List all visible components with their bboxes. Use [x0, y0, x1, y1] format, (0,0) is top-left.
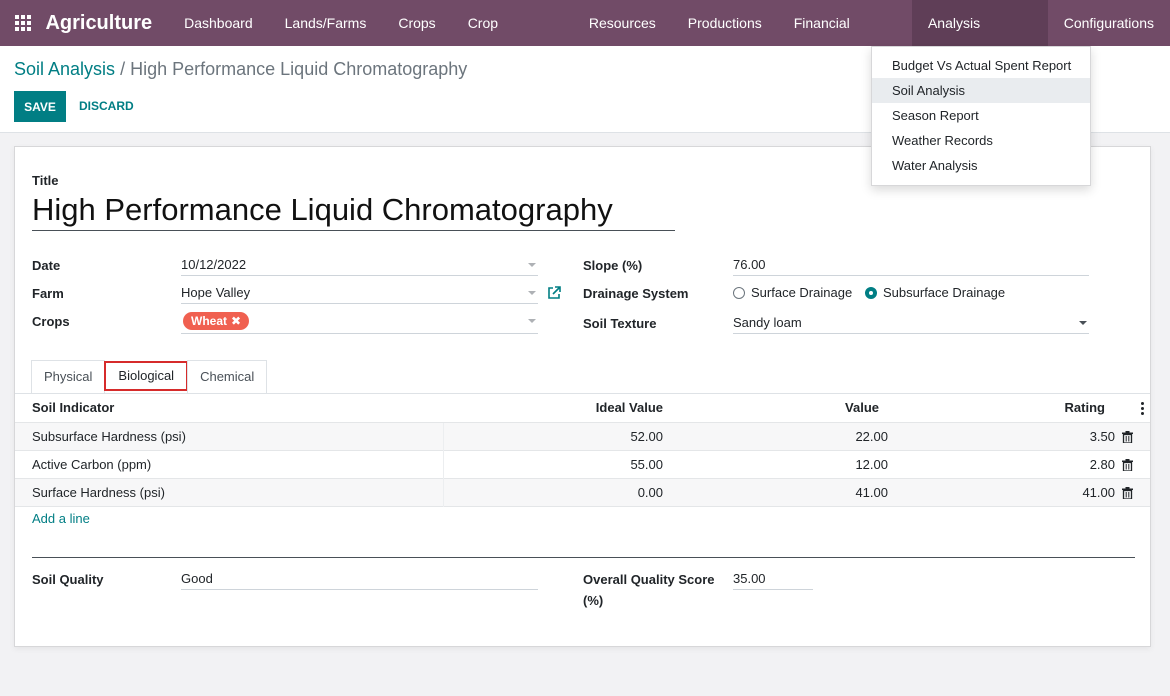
- radio-subsurface-drainage[interactable]: Subsurface Drainage: [865, 285, 1005, 300]
- cell-ideal-value[interactable]: 52.00: [535, 423, 663, 451]
- cell-rating[interactable]: 2.80: [995, 451, 1115, 479]
- slope-value: 76.00: [733, 257, 766, 272]
- top-navbar: Agriculture Dashboard Lands/Farms Crops …: [0, 0, 1170, 77]
- cell-ideal-value[interactable]: 0.00: [535, 479, 663, 507]
- column-divider: [443, 423, 444, 451]
- table-row[interactable]: Active Carbon (ppm) 55.00 12.00 2.80: [15, 451, 1150, 479]
- tab-physical[interactable]: Physical: [31, 360, 106, 393]
- menu-dashboard[interactable]: Dashboard: [168, 0, 269, 46]
- column-divider: [443, 479, 444, 507]
- header-value[interactable]: Value: [755, 394, 879, 422]
- menu-configurations[interactable]: Configurations: [1048, 0, 1170, 46]
- add-line-link[interactable]: Add a line: [32, 511, 90, 526]
- overall-score-label-line2: (%): [583, 593, 604, 608]
- radio-checked-icon: [865, 286, 877, 299]
- radio-surface-drainage-label: Surface Drainage: [751, 285, 853, 300]
- column-divider: [443, 451, 444, 479]
- cell-soil-indicator[interactable]: Subsurface Hardness (psi): [32, 423, 186, 451]
- cell-value[interactable]: 22.00: [755, 423, 888, 451]
- crops-field[interactable]: Wheat ✖: [181, 310, 538, 334]
- trash-icon[interactable]: [1122, 459, 1133, 471]
- cell-soil-indicator[interactable]: Active Carbon (ppm): [32, 451, 151, 479]
- breadcrumb-parent[interactable]: Soil Analysis: [14, 59, 115, 79]
- app-brand[interactable]: Agriculture: [45, 12, 152, 35]
- title-input[interactable]: High Performance Liquid Chromatography: [32, 191, 675, 231]
- soil-quality-value: Good: [181, 571, 213, 586]
- cell-value[interactable]: 12.00: [755, 451, 888, 479]
- dropdown-item-budget-report[interactable]: Budget Vs Actual Spent Report: [872, 53, 1090, 78]
- crop-tag-label: Wheat: [191, 314, 227, 328]
- radio-surface-drainage[interactable]: Surface Drainage: [733, 285, 852, 300]
- cell-value[interactable]: 41.00: [755, 479, 888, 507]
- menu-resources[interactable]: Resources: [573, 0, 672, 46]
- crop-tag: Wheat ✖: [183, 312, 250, 330]
- dropdown-item-soil-analysis[interactable]: Soil Analysis: [872, 78, 1090, 103]
- chevron-down-icon: [528, 291, 536, 295]
- cell-ideal-value[interactable]: 55.00: [535, 451, 663, 479]
- overall-score-label: Overall Quality Score (%): [583, 572, 715, 608]
- slope-input[interactable]: 76.00: [733, 254, 1089, 276]
- soil-quality-label: Soil Quality: [32, 572, 104, 587]
- menu-financial-history[interactable]: Financial History: [778, 0, 912, 77]
- header-rating[interactable]: Rating: [995, 394, 1105, 422]
- overall-score-label-line1: Overall Quality Score: [583, 572, 715, 587]
- date-field[interactable]: 10/12/2022: [181, 254, 538, 276]
- farm-field[interactable]: Hope Valley: [181, 282, 538, 304]
- section-divider: [32, 557, 1135, 558]
- menu-productions[interactable]: Productions: [672, 0, 778, 46]
- overall-score-value: 35.00: [733, 571, 766, 586]
- farm-value: Hope Valley: [181, 285, 251, 300]
- drainage-label: Drainage System: [583, 286, 689, 301]
- dropdown-item-water-analysis[interactable]: Water Analysis: [872, 153, 1090, 178]
- column-options-icon[interactable]: [1140, 402, 1146, 416]
- analysis-reports-dropdown: Budget Vs Actual Spent Report Soil Analy…: [871, 46, 1091, 186]
- header-ideal-value[interactable]: Ideal Value: [535, 394, 663, 422]
- breadcrumb: Soil Analysis / High Performance Liquid …: [14, 59, 467, 80]
- table-header: Soil Indicator Ideal Value Value Rating: [15, 394, 1150, 423]
- soil-texture-select[interactable]: Sandy loam: [733, 312, 1089, 334]
- chevron-down-icon: [528, 263, 536, 267]
- menu-crops[interactable]: Crops: [382, 0, 451, 46]
- dropdown-item-weather-records[interactable]: Weather Records: [872, 128, 1090, 153]
- overall-score-field[interactable]: 35.00: [733, 568, 813, 590]
- discard-button[interactable]: Discard: [79, 99, 134, 113]
- date-value: 10/12/2022: [181, 257, 247, 272]
- soil-indicator-table: Soil Indicator Ideal Value Value Rating …: [15, 394, 1150, 507]
- radio-unchecked-icon: [733, 286, 745, 299]
- crops-label: Crops: [32, 314, 70, 329]
- table-row[interactable]: Surface Hardness (psi) 0.00 41.00 41.00: [15, 479, 1150, 507]
- tab-chemical[interactable]: Chemical: [187, 360, 268, 393]
- chevron-down-icon: [1079, 321, 1087, 325]
- trash-icon[interactable]: [1122, 487, 1133, 499]
- cell-soil-indicator[interactable]: Surface Hardness (psi): [32, 479, 165, 507]
- soil-quality-field[interactable]: Good: [181, 568, 538, 590]
- chevron-down-icon: [528, 319, 536, 323]
- header-soil-indicator[interactable]: Soil Indicator: [32, 394, 114, 422]
- breadcrumb-current: High Performance Liquid Chromatography: [130, 59, 468, 79]
- menu-crop-incidents[interactable]: Crop Incidents: [452, 0, 573, 77]
- soil-texture-value: Sandy loam: [733, 315, 802, 330]
- date-label: Date: [32, 258, 61, 273]
- cell-rating[interactable]: 41.00: [995, 479, 1115, 507]
- dropdown-item-season-report[interactable]: Season Report: [872, 103, 1090, 128]
- apps-grid-icon[interactable]: [0, 0, 45, 46]
- radio-subsurface-drainage-label: Subsurface Drainage: [883, 285, 1006, 300]
- save-button[interactable]: Save: [14, 91, 66, 122]
- external-link-icon[interactable]: [547, 286, 561, 300]
- farm-label: Farm: [32, 286, 64, 301]
- notebook-tabs: Physical Biological Chemical: [31, 360, 268, 393]
- menu-analysis-reports[interactable]: Analysis Reports: [911, 0, 1048, 77]
- trash-icon[interactable]: [1122, 431, 1133, 443]
- breadcrumb-separator: /: [120, 59, 126, 79]
- soil-texture-label: Soil Texture: [583, 316, 657, 331]
- form-sheet: Title High Performance Liquid Chromatogr…: [14, 146, 1151, 647]
- menu-lands-farms[interactable]: Lands/Farms: [269, 0, 383, 46]
- remove-tag-icon[interactable]: ✖: [231, 312, 241, 330]
- tab-biological[interactable]: Biological: [104, 361, 189, 391]
- table-row[interactable]: Subsurface Hardness (psi) 52.00 22.00 3.…: [15, 423, 1150, 451]
- cell-rating[interactable]: 3.50: [995, 423, 1115, 451]
- slope-label: Slope (%): [583, 258, 643, 273]
- title-label: Title: [32, 173, 59, 188]
